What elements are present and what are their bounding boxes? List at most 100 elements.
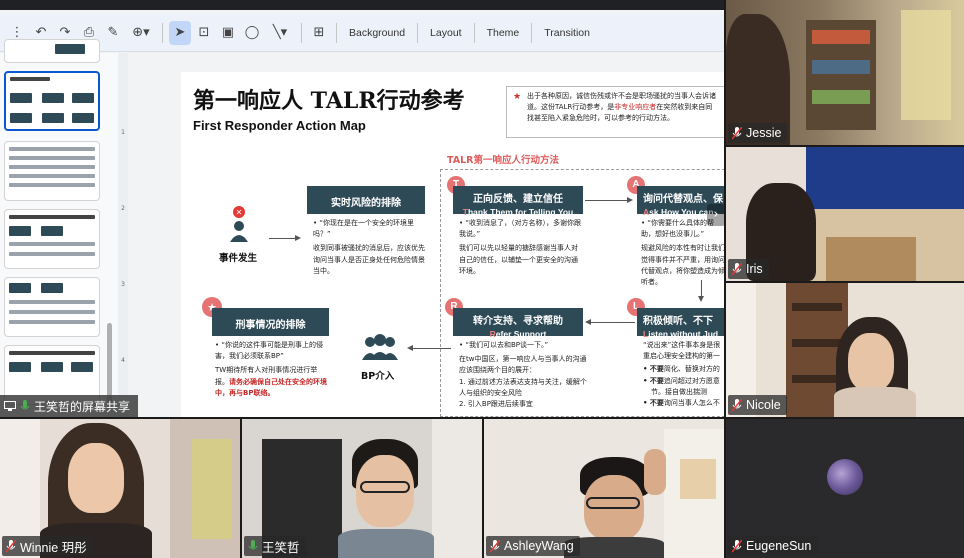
toolbar-divider <box>473 22 475 43</box>
participant-name-tag: Jessie <box>728 123 788 143</box>
video-tile-wangxiaozhe[interactable]: 王笑哲 <box>242 419 482 558</box>
arrow-head <box>698 296 704 302</box>
alert-person-icon: ✕ <box>230 206 248 242</box>
avatar <box>827 459 863 495</box>
note-line: 出于各种原因，诚信伤残或许不会是职场骚扰的当事人会诉诸 <box>527 92 716 100</box>
meeting-window: { "toolbar": { "menu_background": "Backg… <box>0 0 964 558</box>
slides-toolbar: ⋮ ↶ ↷ ⎙ ✎ ⊕▾ ➤ ⊡ ▣ ◯ ╲▾ ⊞ Background Lay… <box>0 14 724 52</box>
toolbar-divider <box>162 22 163 43</box>
step-t-text: • “收到消息了，（对方名称），多谢你跟我说。” 我们可以先以轻量的搪辞感谢当事… <box>459 219 581 275</box>
screen-share-icon <box>4 400 16 411</box>
realtime-risk-text: • “你现在是在一个安全的环境里吗？” 收到同事被骚扰的消息后，应该优先询问当事… <box>313 219 425 275</box>
mic-muted-icon <box>732 126 742 139</box>
section-title: TALR第一响应人行动方法 <box>447 155 559 166</box>
theme-button[interactable]: Theme <box>481 27 526 39</box>
participant-name-tag: Nicole <box>728 395 787 415</box>
slide-title: 第一响应人 TALR行动参考 <box>193 88 465 114</box>
slide-canvas[interactable]: 第一响应人 TALR行动参考 First Responder Action Ma… <box>181 72 724 417</box>
mic-muted-icon <box>490 539 500 552</box>
arrow-head <box>585 319 591 325</box>
video-tile-iris[interactable]: Iris <box>726 147 964 281</box>
vertical-ruler: 1 2 3 4 <box>118 53 128 417</box>
realtime-risk-header: 实时风险的排除 <box>307 186 425 214</box>
ruler-number: 3 <box>121 281 125 288</box>
mic-muted-icon <box>732 539 742 552</box>
glasses <box>360 481 410 493</box>
intro-note-box: ★ 出于各种原因，诚信伤残或许不会是职场骚扰的当事人会诉诸 道。这份TALR行动… <box>506 86 724 138</box>
zoom-icon[interactable]: ⊕▾ <box>126 21 156 45</box>
ruler-number: 4 <box>121 357 125 364</box>
mic-muted-icon <box>6 539 16 552</box>
flow-arrow <box>591 322 635 323</box>
next-slide-arrow-icon[interactable]: › <box>707 204 724 226</box>
arrow-head <box>295 235 301 241</box>
toolbar-divider <box>301 22 302 43</box>
participant-name-tag: Winnie 玥彤 <box>2 536 93 556</box>
mic-muted-icon <box>732 398 742 411</box>
step-t-header: 正向反馈、建立信任 Thank Them for Telling You <box>453 186 583 217</box>
participant-name-tag: AshleyWang <box>486 536 580 556</box>
group-people-icon <box>362 334 398 360</box>
shape-icon[interactable]: ◯ <box>241 21 263 45</box>
svg-text:✕: ✕ <box>236 208 243 217</box>
criminal-header: 刑事情况的排除 <box>212 308 329 336</box>
select-cursor-icon[interactable]: ➤ <box>169 20 191 45</box>
criminal-text: • “你说的这件事可能是刑事上的侵害，我们必须联系BP” TW期待所有人对刑事情… <box>215 341 327 397</box>
step-l-header: 积极倾听、不下 Listen without Jud <box>637 308 724 339</box>
shared-screen: ⋮ ↶ ↷ ⎙ ✎ ⊕▾ ➤ ⊡ ▣ ◯ ╲▾ ⊞ Background Lay… <box>0 0 724 417</box>
video-tile-eugene[interactable]: EugeneSun <box>726 419 964 558</box>
slide-thumbnail-selected[interactable] <box>4 71 100 131</box>
background-button[interactable]: Background <box>343 27 411 39</box>
image-icon[interactable]: ▣ <box>217 21 239 45</box>
note-line: 道。这份TALR行动参考，是非专业响应者在突然收到来自同 <box>527 102 713 111</box>
paint-format-icon[interactable]: ✎ <box>102 21 124 45</box>
participant-name-tag: 王笑哲 <box>244 536 306 556</box>
event-label: 事件发生 <box>219 253 258 264</box>
note-line: 找甚至陷入紧急危险时，可以参考的行动方法。 <box>527 113 674 122</box>
transition-button[interactable]: Transition <box>538 27 596 39</box>
share-label-text: 王笑哲的屏幕共享 <box>34 399 131 414</box>
comment-icon[interactable]: ⊞ <box>308 21 330 45</box>
arrow-head <box>627 197 633 203</box>
slide-thumbnail[interactable] <box>4 39 100 63</box>
flow-arrow <box>413 348 451 349</box>
step-l-text: “说出来”这件事本身是很 重启心理安全建构的第一 • 不要简化、替换对方的 • … <box>643 341 721 407</box>
line-icon[interactable]: ╲▾ <box>265 21 295 45</box>
star-icon: ★ <box>513 92 522 102</box>
thumbnail-scrollbar[interactable] <box>107 323 112 403</box>
video-tile-nicole[interactable]: Nicole <box>726 283 964 417</box>
slide-thumbnail-panel <box>0 39 118 417</box>
person-face <box>68 443 124 513</box>
mic-on-icon <box>248 539 258 549</box>
step-r-header: 转介支持、寻求帮助 Refer Support <box>453 308 583 339</box>
video-tile-ashley[interactable]: AshleyWang <box>484 419 724 558</box>
text-box-icon[interactable]: ⊡ <box>193 21 215 45</box>
glasses <box>586 497 640 509</box>
step-r-text: • “我们可以去和BP谈一下。” 在tw中国区，第一响应人与当事人的沟通应该围绕… <box>459 341 587 408</box>
participant-name-tag: Iris <box>728 259 769 279</box>
layout-button[interactable]: Layout <box>424 27 468 39</box>
toolbar-divider <box>336 22 337 43</box>
screen-share-label: 王笑哲的屏幕共享 <box>0 395 139 417</box>
slide-subtitle: First Responder Action Map <box>193 118 366 133</box>
slide-thumbnail[interactable] <box>4 141 100 201</box>
slide-thumbnail[interactable] <box>4 277 100 337</box>
slide-thumbnail[interactable] <box>4 209 100 269</box>
raised-hand <box>644 449 666 495</box>
mic-on-icon <box>20 399 30 409</box>
video-tile-jessie[interactable]: Jessie <box>726 0 964 145</box>
person-face <box>848 333 894 391</box>
ruler-number: 2 <box>121 205 125 212</box>
video-tile-winnie[interactable]: Winnie 玥彤 <box>0 419 240 558</box>
flow-arrow <box>269 238 297 239</box>
toolbar-divider <box>417 22 419 43</box>
browser-top-strip <box>0 0 724 10</box>
arrow-head <box>407 345 413 351</box>
ruler-number: 1 <box>121 129 125 136</box>
participant-name-tag: EugeneSun <box>728 536 818 556</box>
flow-arrow <box>585 200 629 201</box>
bp-label: BP介入 <box>361 371 395 382</box>
mic-muted-icon <box>732 262 742 275</box>
toolbar-divider <box>531 22 533 43</box>
step-a-text: • “你需要什么具体的帮助，想好也没事儿。” 规避风险的本性有时让我们觉得事件并… <box>641 219 724 286</box>
